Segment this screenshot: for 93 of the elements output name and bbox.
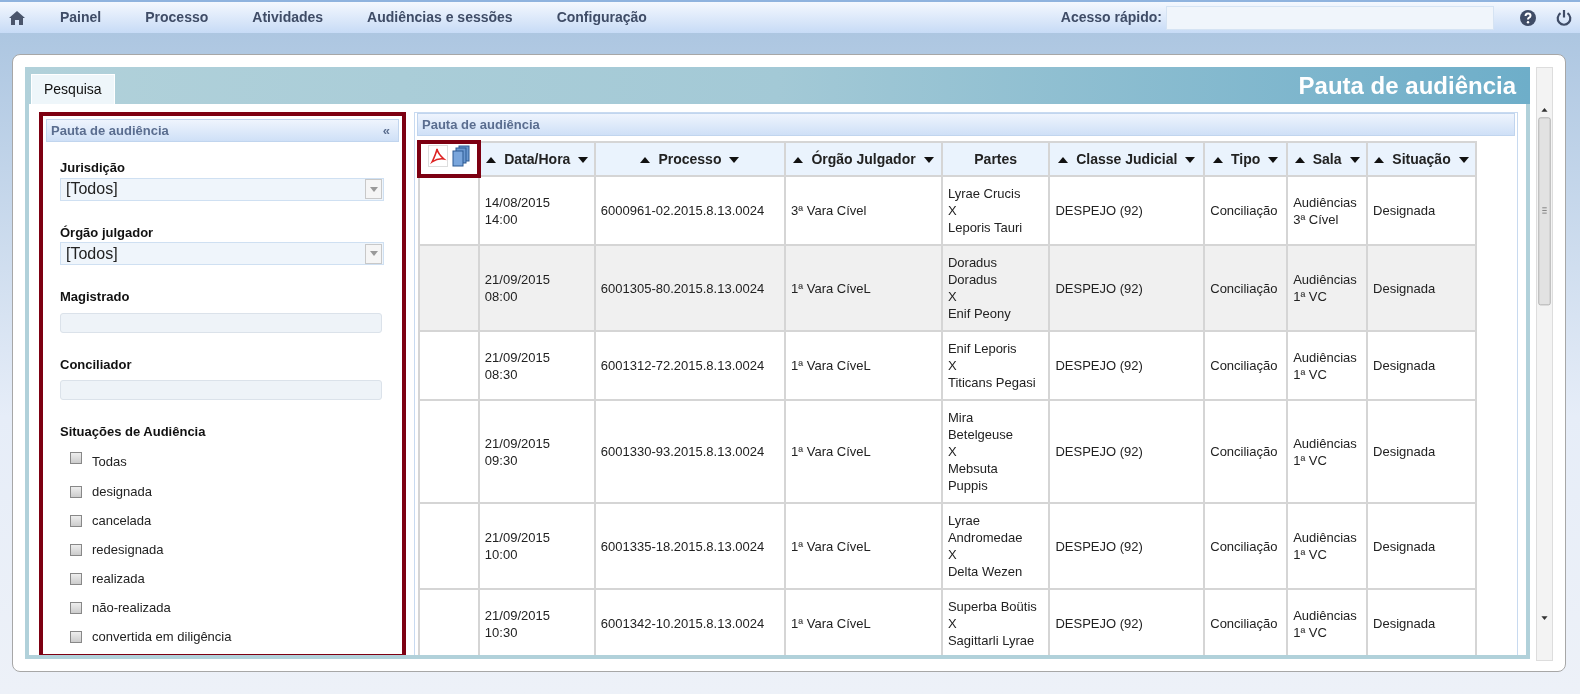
table-cell: Audiências 1ª VC (1287, 331, 1368, 400)
table-cell: 21/09/2015 09:30 (478, 400, 595, 503)
sort-descending-icon[interactable] (923, 156, 934, 163)
sort-descending-icon[interactable] (1268, 156, 1279, 163)
table-cell: Conciliação (1204, 331, 1288, 400)
column-header: Partes (974, 150, 1018, 167)
table-cell: Designada (1367, 331, 1476, 400)
table-cell: Mira Betelgeuse X Mebsuta Puppis (941, 400, 1050, 503)
table-cell: Conciliação (1204, 245, 1288, 331)
table-cell: Doradus Doradus X Enif Peony (941, 245, 1050, 331)
panel-title: Pauta de audiência (422, 115, 540, 134)
section-label: Situações de Audiência (60, 423, 207, 441)
scrollbar[interactable] (1536, 67, 1553, 661)
table-cell: 21/09/2015 08:30 (478, 331, 595, 400)
checkbox-label: Todas (92, 452, 127, 471)
sort-ascending-icon[interactable] (1213, 156, 1224, 163)
sort-ascending-icon[interactable] (1294, 156, 1305, 163)
table-cell: DESPEJO (92) (1049, 503, 1205, 589)
column-header[interactable]: Processo (658, 150, 722, 167)
table-cell: 1ª Vara CíveL (785, 503, 942, 589)
checkbox-label: convertida em diligência (92, 628, 232, 647)
sort-descending-icon[interactable] (1349, 156, 1360, 163)
field-label: Conciliador (60, 355, 133, 374)
table-cell: DESPEJO (92) (1049, 400, 1205, 503)
column-header[interactable]: Sala (1312, 150, 1342, 167)
table-cell: 1ª Vara CíveL (785, 331, 942, 400)
caret-icon (365, 179, 382, 199)
checkbox-label: realizada (92, 570, 145, 589)
table-cell: Audiências 1ª VC (1287, 245, 1368, 331)
table-cell: Lyrae Andromedae X Delta Wezen (941, 503, 1050, 589)
table-cell: 1ª Vara CíveL (785, 400, 942, 503)
checkbox[interactable] (70, 573, 82, 585)
menu-link[interactable]: Painel (60, 7, 102, 28)
field-label: Jurisdição (60, 159, 127, 177)
table-cell: Conciliação (1204, 400, 1288, 503)
dropdown-field[interactable]: [Todos] (60, 242, 384, 265)
help-icon[interactable] (1520, 9, 1536, 26)
menu-link[interactable]: Configuração (556, 7, 647, 28)
table-cell: 6001305-80.2015.8.13.0024 (594, 245, 786, 331)
power-icon[interactable] (1556, 9, 1572, 26)
sort-descending-icon[interactable] (578, 156, 589, 163)
checkbox[interactable] (70, 451, 82, 464)
checkbox-label: designada (92, 483, 152, 502)
checkbox[interactable] (70, 602, 82, 614)
table-cell: Audiências 1ª VC (1287, 400, 1368, 503)
table-cell: 6001330-93.2015.8.13.0024 (594, 400, 786, 503)
search-tab[interactable]: Pesquisa (31, 74, 115, 104)
table-cell: 21/09/2015 10:00 (478, 503, 595, 589)
quick-access-label: Acesso rápido: (1060, 8, 1162, 27)
sort-ascending-icon[interactable] (793, 156, 804, 163)
table-cell: Designada (1367, 503, 1476, 589)
documents-icon[interactable] (451, 145, 470, 167)
text-field[interactable] (60, 312, 382, 333)
checkbox-label: redesignada (92, 541, 164, 560)
sort-descending-icon[interactable] (1185, 156, 1196, 163)
table-cell: Designada (1367, 400, 1476, 503)
caret-icon (365, 243, 382, 264)
table-cell: DESPEJO (92) (1049, 331, 1205, 400)
menu-link[interactable]: Atividades (252, 7, 324, 28)
panel-title: Pauta de audiência (51, 121, 169, 140)
sort-ascending-icon[interactable] (486, 156, 497, 163)
field-label: Órgão julgador (60, 223, 155, 242)
sort-ascending-icon[interactable] (1374, 156, 1385, 163)
checkbox[interactable] (70, 544, 82, 556)
home-icon[interactable] (8, 9, 26, 26)
dropdown-field[interactable]: [Todos] (60, 177, 384, 201)
table-cell: 6001335-18.2015.8.13.0024 (594, 503, 786, 589)
menu-link[interactable]: Audiências e sessões (367, 7, 513, 28)
quick-access-field[interactable] (1166, 5, 1494, 30)
checkbox-label: não-realizada (92, 599, 171, 618)
table-cell: 1ª Vara CíveL (785, 245, 942, 331)
pdf-icon[interactable] (427, 145, 448, 167)
checkbox[interactable] (70, 515, 82, 527)
column-header[interactable]: Tipo (1231, 150, 1261, 167)
checkbox[interactable] (70, 631, 82, 643)
table-cell: Designada (1367, 245, 1476, 331)
sort-ascending-icon[interactable] (1058, 156, 1069, 163)
checkbox-label: cancelada (92, 512, 152, 531)
table-cell: 21/09/2015 08:00 (478, 245, 595, 331)
sort-descending-icon[interactable] (729, 156, 740, 163)
table-cell: Audiências 1ª VC (1287, 503, 1368, 589)
table-cell: Conciliação (1204, 503, 1288, 589)
collapse-button[interactable]: « (382, 120, 390, 141)
sort-ascending-icon[interactable] (640, 156, 651, 163)
menu-link[interactable]: Processo (145, 7, 209, 28)
field-label: Magistrado (60, 288, 131, 306)
table-cell: DESPEJO (92) (1049, 245, 1205, 331)
table-cell: 6001312-72.2015.8.13.0024 (594, 331, 786, 400)
sort-descending-icon[interactable] (1458, 156, 1469, 163)
table-cell: Enif Leporis X Titicans Pegasi (941, 331, 1050, 400)
page-title: Pauta de audiência (1298, 70, 1516, 101)
checkbox[interactable] (70, 486, 82, 498)
text-field[interactable] (60, 380, 382, 400)
